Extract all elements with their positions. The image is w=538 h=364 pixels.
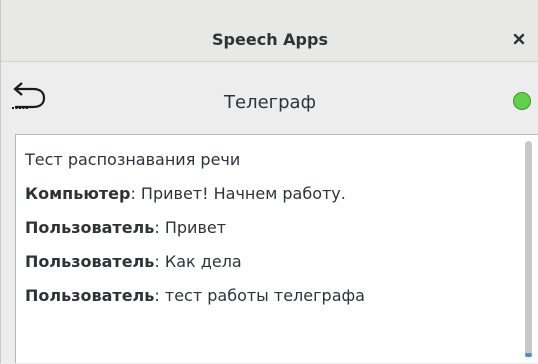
transcript-lines: Тест распознавания речи Компьютер: Приве… [25, 151, 509, 321]
message-text: Тест распознавания речи [25, 150, 241, 169]
status-indicator [513, 92, 531, 110]
close-button[interactable] [511, 31, 527, 47]
message-text: : тест работы телеграфа [154, 286, 365, 305]
transcript-line: Тест распознавания речи [25, 151, 509, 168]
scrollbar-end-indicator [525, 353, 532, 357]
message-text: : Как дела [154, 252, 242, 271]
close-icon [513, 33, 525, 45]
page-title: Телеграф [224, 92, 316, 113]
scrollbar-thumb[interactable] [525, 141, 532, 357]
transcript-line: Пользователь: тест работы телеграфа [25, 287, 509, 304]
title-bar[interactable]: Speech Apps [1, 0, 538, 62]
transcript-line: Пользователь: Привет [25, 219, 509, 236]
transcript-line: Пользователь: Как дела [25, 253, 509, 270]
window-title: Speech Apps [212, 30, 328, 49]
app-window: Speech Apps Телеграф Тест распознавания … [0, 0, 538, 363]
header-bar: Телеграф [1, 62, 538, 134]
transcript-view[interactable]: Тест распознавания речи Компьютер: Приве… [15, 134, 538, 363]
speaker-label: Пользователь [25, 218, 155, 237]
vertical-scrollbar[interactable] [520, 135, 538, 364]
speaker-label: Пользователь [25, 252, 155, 271]
message-text: : Привет [154, 218, 227, 237]
speaker-label: Пользователь [25, 286, 155, 305]
transcript-line: Компьютер: Привет! Начнем работу. [25, 185, 509, 202]
message-text: : Привет! Начнем работу. [130, 184, 346, 203]
speaker-label: Компьютер [25, 184, 131, 203]
